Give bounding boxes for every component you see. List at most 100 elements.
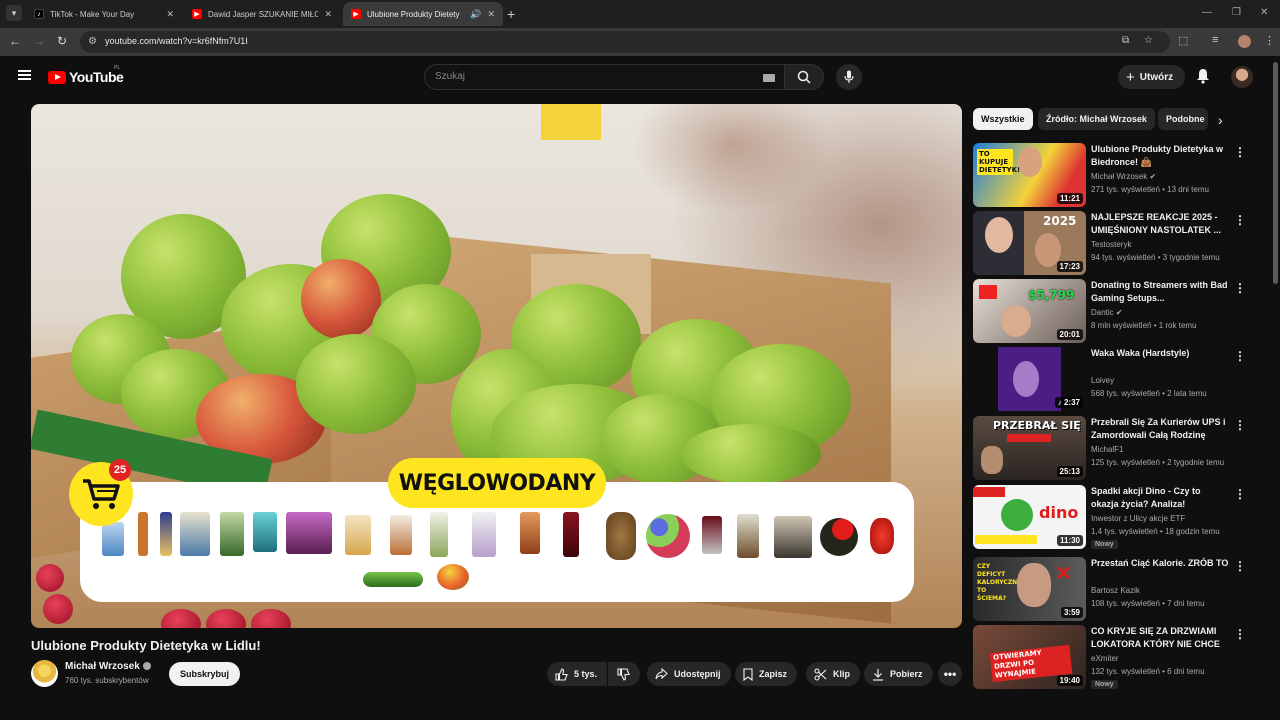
recommended-video[interactable]: $5,799 20:01 Donating to Streamers with … (973, 279, 1253, 343)
channel-name-text[interactable]: Michał Wrzosek (65, 661, 140, 672)
channel-name-text[interactable]: Michał Wrzosek (1091, 172, 1147, 181)
video-thumbnail[interactable]: OTWIERAMY DRZWI PO WYNAJMIE 19:40 (973, 625, 1086, 689)
close-tab-icon[interactable]: ✕ (487, 9, 495, 20)
thumbnail-text: 2025 (1043, 214, 1077, 228)
maximize-icon[interactable]: ❐ (1232, 7, 1241, 18)
video-title[interactable]: CO KRYJE SIĘ ZA DRZWIAMI LOKATORA KTÓRY … (1091, 625, 1229, 651)
notifications-bell-icon[interactable] (1196, 68, 1210, 84)
channel-name-text[interactable]: Dantic (1091, 308, 1114, 317)
forward-icon[interactable]: → (33, 34, 45, 48)
dislike-button[interactable] (608, 662, 640, 686)
create-button[interactable]: + Utwórz (1118, 65, 1186, 89)
tab-title: Ulubione Produkty Dietety (367, 9, 460, 19)
channel-name[interactable]: Dantic ✔ (1091, 308, 1123, 317)
menu-dots-icon[interactable]: ⋮ (1264, 34, 1275, 47)
reading-list-icon[interactable]: ≡ (1212, 34, 1218, 46)
keyboard-icon[interactable] (763, 74, 775, 82)
more-vert-icon[interactable]: ⋮ (1234, 349, 1246, 363)
recommended-video[interactable]: CZY DEFICYT KALORYCZNY TO ŚCIEMA? ✕ 3:59… (973, 557, 1253, 621)
recommended-video[interactable]: PRZEBRAŁ SIĘ 25:13 Przebrali Się Za Kuri… (973, 416, 1253, 480)
more-actions-button[interactable]: ••• (938, 662, 962, 686)
video-thumbnail[interactable]: PRZEBRAŁ SIĘ 25:13 (973, 416, 1086, 480)
more-vert-icon[interactable]: ⋮ (1234, 559, 1246, 573)
video-title[interactable]: Przestań Ciąć Kalorie. ZRÓB TO (1091, 557, 1229, 570)
chip-all[interactable]: Wszystkie (973, 108, 1033, 130)
channel-name[interactable]: Bartosz Kazik (1091, 586, 1140, 595)
thumbnail-dino (1001, 499, 1033, 531)
page-scrollbar[interactable] (1273, 62, 1278, 284)
bookmark-star-icon[interactable]: ☆ (1144, 35, 1153, 46)
video-title[interactable]: Donating to Streamers with Bad Gaming Se… (1091, 279, 1229, 305)
channel-name[interactable]: Inwestor z Ulicy akcje ETF (1091, 514, 1185, 523)
more-vert-icon[interactable]: ⋮ (1234, 418, 1246, 432)
red-x-icon: ✕ (1055, 563, 1072, 585)
video-player[interactable]: WĘGLOWODANY 25 (31, 104, 962, 628)
browser-tab-active[interactable]: ▶ Ulubione Produkty Dietety 🔊 ✕ (343, 2, 503, 26)
download-button[interactable]: Pobierz (864, 662, 933, 686)
video-thumbnail[interactable]: TO KUPUJE DIETETYK! 11:21 (973, 143, 1086, 207)
clip-button[interactable]: Klip (806, 662, 860, 686)
video-thumbnail[interactable]: ♪ 2:37 (973, 347, 1086, 411)
minimize-icon[interactable]: — (1202, 7, 1212, 18)
video-thumbnail[interactable]: $5,799 20:01 (973, 279, 1086, 343)
youtube-logo[interactable]: YouTube PL (48, 65, 124, 85)
voice-search-button[interactable] (836, 64, 862, 90)
like-button[interactable]: 5 tys. (547, 662, 607, 686)
close-window-icon[interactable]: ✕ (1260, 7, 1268, 18)
share-button[interactable]: Udostępnij (647, 662, 731, 686)
browser-tab-dawid[interactable]: ▶ Dawid Jasper SZUKANIE MIŁOŚ ✕ (184, 2, 340, 26)
subscribe-button[interactable]: Subskrybuj (169, 662, 241, 686)
verified-icon: ✔ (1149, 172, 1157, 181)
channel-avatar[interactable] (31, 660, 58, 687)
channel-name[interactable]: MichalF1 (1091, 445, 1123, 454)
video-title[interactable]: NAJLEPSZE REAKCJE 2025 - UMIĘŚNIONY NAST… (1091, 211, 1229, 237)
recommended-video[interactable]: dino 11:30 Spadki akcji Dino - Czy to ok… (973, 485, 1253, 549)
channel-name[interactable]: Testosteryk (1091, 240, 1131, 249)
recommended-video[interactable]: 2025 17:23 NAJLEPSZE REAKCJE 2025 - UMIĘ… (973, 211, 1253, 275)
recommended-video[interactable]: ♪ 2:37 Waka Waka (Hardstyle) Loivey 568 … (973, 347, 1253, 411)
channel-name[interactable]: eXmiter (1091, 654, 1119, 663)
video-thumbnail[interactable]: CZY DEFICYT KALORYCZNY TO ŚCIEMA? ✕ 3:59 (973, 557, 1086, 621)
recommended-video[interactable]: OTWIERAMY DRZWI PO WYNAJMIE 19:40 CO KRY… (973, 625, 1253, 689)
close-tab-icon[interactable]: ✕ (166, 9, 174, 20)
video-title[interactable]: Ulubione Produkty Dietetyka w Biedronce!… (1091, 143, 1229, 169)
search-box[interactable] (424, 64, 786, 90)
channel-name[interactable]: Michał Wrzosek ✔ (1091, 172, 1156, 181)
more-vert-icon[interactable]: ⋮ (1234, 487, 1246, 501)
channel-name[interactable]: Loivey (1091, 376, 1114, 385)
channel-name[interactable]: Michał Wrzosek (65, 661, 151, 672)
audio-icon[interactable]: 🔊 (470, 9, 481, 20)
save-button[interactable]: Zapisz (735, 662, 798, 686)
profile-avatar[interactable] (1238, 35, 1251, 48)
install-icon[interactable]: ⧉ (1122, 35, 1129, 46)
browser-tab-tiktok[interactable]: ♪ TikTok - Make Your Day ✕ (26, 2, 182, 26)
omnibox[interactable]: ⚙ youtube.com/watch?v=kr6fNfm7U1I ⧉ ☆ (80, 31, 1170, 53)
back-icon[interactable]: ← (9, 34, 21, 48)
mango-red (301, 259, 381, 339)
more-vert-icon[interactable]: ⋮ (1234, 213, 1246, 227)
more-vert-icon[interactable]: ⋮ (1234, 627, 1246, 641)
chip-from-channel[interactable]: Źródło: Michał Wrzosek (1038, 108, 1155, 130)
url-text[interactable]: youtube.com/watch?v=kr6fNfm7U1I (105, 36, 248, 46)
user-avatar[interactable] (1231, 66, 1253, 88)
video-thumbnail[interactable]: 2025 17:23 (973, 211, 1086, 275)
search-input[interactable] (435, 71, 735, 82)
recommended-video[interactable]: TO KUPUJE DIETETYK! 11:21 Ulubione Produ… (973, 143, 1253, 207)
more-vert-icon[interactable]: ⋮ (1234, 281, 1246, 295)
logo-text: YouTube (69, 69, 124, 85)
chevron-right-icon[interactable]: › (1218, 112, 1223, 128)
extensions-icon[interactable]: ⬚ (1178, 34, 1188, 47)
video-title[interactable]: Przebrali Się Za Kurierów UPS i Zamordow… (1091, 416, 1229, 442)
video-thumbnail[interactable]: dino 11:30 (973, 485, 1086, 549)
video-title[interactable]: Waka Waka (Hardstyle) (1091, 347, 1229, 360)
tab-search-dropdown[interactable]: ▾ (6, 5, 22, 21)
search-button[interactable] (784, 64, 824, 90)
more-vert-icon[interactable]: ⋮ (1234, 145, 1246, 159)
hamburger-menu-icon[interactable] (18, 70, 31, 80)
site-info-icon[interactable]: ⚙ (88, 36, 97, 47)
chip-related[interactable]: Podobne (1158, 108, 1208, 130)
reload-icon[interactable]: ↻ (57, 34, 67, 48)
video-title[interactable]: Spadki akcji Dino - Czy to okazja życia?… (1091, 485, 1229, 511)
new-tab-icon[interactable]: + (507, 6, 515, 22)
close-tab-icon[interactable]: ✕ (324, 9, 332, 20)
